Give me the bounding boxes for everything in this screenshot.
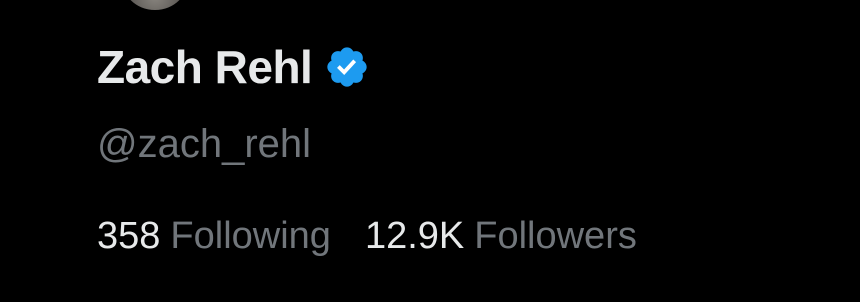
profile-name-row: Zach Rehl xyxy=(97,38,370,96)
following-label: Following xyxy=(170,215,331,257)
following-count: 358 xyxy=(97,215,161,257)
profile-stats: 358 Following 12.9K Followers xyxy=(97,217,637,255)
verified-badge-icon[interactable] xyxy=(324,44,370,90)
profile-handle: @zach_rehl xyxy=(97,122,312,166)
display-name: Zach Rehl xyxy=(97,41,313,93)
followers-label: Followers xyxy=(474,215,637,257)
following-link[interactable]: 358 Following xyxy=(97,217,331,255)
avatar[interactable] xyxy=(118,0,192,12)
followers-link[interactable]: 12.9K Followers xyxy=(365,217,637,255)
followers-count: 12.9K xyxy=(364,215,465,257)
